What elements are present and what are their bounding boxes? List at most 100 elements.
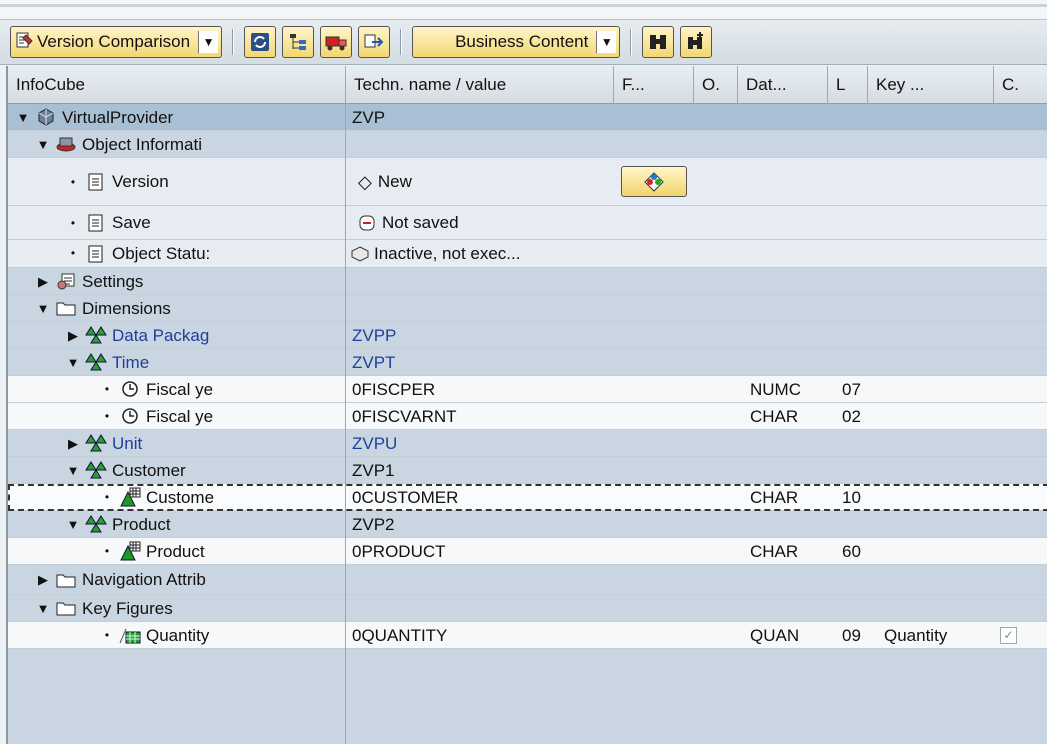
tree-label: Settings	[82, 271, 144, 291]
column-header-length[interactable]: L	[828, 66, 868, 104]
expand-toggle-icon[interactable]: ▶	[64, 322, 82, 348]
tree-row-customer-characteristic[interactable]: • Custome 0CUSTOMER CHAR 10	[8, 484, 1047, 511]
business-content-label: Business Content	[455, 32, 589, 51]
find-next-button[interactable]	[680, 26, 713, 58]
refresh-button[interactable]	[244, 26, 277, 58]
toolbar-separator	[630, 29, 633, 55]
tree-label: Product	[146, 541, 205, 561]
clock-icon	[119, 406, 141, 426]
tree-row-fiscal-period[interactable]: • Fiscal ye 0FISCPER NUMC 07	[8, 376, 1047, 403]
characteristic-icon	[119, 487, 141, 507]
version-comparison-label: Version Comparison	[37, 32, 191, 51]
tree-row-fiscal-variant[interactable]: • Fiscal ye 0FISCVARNT CHAR 02	[8, 403, 1047, 430]
tree-leaf-bullet: •	[70, 246, 76, 260]
column-header-f[interactable]: F...	[614, 66, 694, 104]
hierarchy-button[interactable]	[282, 26, 315, 58]
column-header-c[interactable]: C.	[994, 66, 1047, 104]
expand-toggle-icon[interactable]: ▶	[34, 565, 52, 594]
dimension-icon	[85, 514, 107, 534]
tree-label: Unit	[112, 433, 143, 453]
exchange-icon	[364, 34, 384, 48]
column-header-techn-name[interactable]: Techn. name / value	[346, 66, 614, 104]
infocube-icon	[35, 107, 57, 127]
tree-row-customer-dimension[interactable]: ▼ Customer ZVP1	[8, 457, 1047, 484]
expand-toggle-icon[interactable]: ▼	[34, 595, 52, 621]
version-comparison-dropdown[interactable]: Version Comparison ▼	[10, 26, 223, 58]
tree-row-navigation-attributes[interactable]: ▶ Navigation Attrib	[8, 565, 1047, 595]
datatype-value: CHAR	[750, 488, 799, 507]
tree-row-object-information[interactable]: ▼ Object Informati	[8, 131, 1047, 158]
tree-label: Fiscal ye	[146, 406, 214, 426]
expand-toggle-icon[interactable]: ▼	[64, 457, 82, 483]
tree-row-settings[interactable]: ▶ Settings	[8, 268, 1047, 295]
length-value: 02	[842, 407, 861, 426]
tree-leaf-bullet: •	[70, 215, 76, 230]
chevron-down-icon[interactable]: ▼	[198, 31, 219, 53]
length-value: 10	[842, 488, 861, 507]
column-header-row: InfoCube Techn. name / value F... O. Dat…	[8, 66, 1047, 104]
tree-label: Dimensions	[82, 298, 171, 318]
tree-row-object-status[interactable]: • Object Statu: Inactive, not exec...	[8, 240, 1047, 268]
tree-row-save[interactable]: • Save Not saved	[8, 206, 1047, 240]
tree-row-product-dimension[interactable]: ▼ Product ZVP2	[8, 511, 1047, 538]
toolbar-separator	[400, 29, 403, 55]
clock-icon	[119, 379, 141, 399]
empty-grid-area	[8, 649, 1047, 744]
tree-leaf-bullet: •	[104, 543, 110, 558]
toolbar-separator	[232, 29, 235, 55]
tree-leaf-bullet: •	[104, 627, 110, 642]
tree-row-virtualprovider[interactable]: ▼ VirtualProvider ZVP	[8, 104, 1047, 131]
tech-value: ZVP	[352, 107, 386, 127]
column-divider	[345, 104, 346, 744]
activate-icon	[644, 171, 664, 192]
tree-row-dimensions[interactable]: ▼ Dimensions	[8, 295, 1047, 322]
find-next-icon	[688, 32, 704, 49]
tech-value: Not saved	[382, 212, 459, 232]
length-value: 09	[842, 626, 861, 645]
expand-toggle-icon[interactable]: ▼	[34, 131, 52, 157]
datatype-value: CHAR	[750, 407, 799, 426]
characteristic-icon	[119, 541, 141, 561]
tree-row-time[interactable]: ▼ Time ZVPT	[8, 349, 1047, 376]
expand-toggle-icon[interactable]: ▼	[64, 511, 82, 537]
expand-toggle-icon[interactable]: ▼	[14, 104, 32, 130]
tree-row-product-characteristic[interactable]: • Product 0PRODUCT CHAR 60	[8, 538, 1047, 565]
exchange-button[interactable]	[358, 26, 391, 58]
dimension-icon	[85, 325, 107, 345]
transport-button[interactable]	[320, 26, 353, 58]
tree-leaf-bullet: •	[104, 408, 110, 423]
dimension-icon	[85, 352, 107, 372]
tree-row-data-package[interactable]: ▶ Data Packag ZVPP	[8, 322, 1047, 349]
cumulative-checkbox[interactable]: ✓	[1000, 627, 1017, 644]
tech-value: Inactive, not exec...	[374, 244, 521, 263]
tech-value: 0PRODUCT	[352, 541, 446, 561]
tech-value: ZVPT	[352, 352, 396, 372]
expand-toggle-icon[interactable]: ▶	[64, 430, 82, 456]
tree-label: Fiscal ye	[146, 379, 214, 399]
tree-row-unit[interactable]: ▶ Unit ZVPU	[8, 430, 1047, 457]
column-header-datatype[interactable]: Dat...	[738, 66, 828, 104]
tech-value: 0CUSTOMER	[352, 487, 459, 507]
column-header-key[interactable]: Key ...	[868, 66, 994, 104]
expand-toggle-icon[interactable]: ▼	[34, 295, 52, 321]
tree-row-key-figures[interactable]: ▼ Key Figures	[8, 595, 1047, 622]
business-content-activate-button[interactable]	[621, 166, 687, 197]
tree-label: Navigation Attrib	[82, 569, 206, 589]
column-header-infocube[interactable]: InfoCube	[8, 66, 346, 104]
find-icon	[650, 35, 667, 49]
object-information-icon	[55, 134, 77, 154]
tree-row-version[interactable]: • Version ◇ New	[8, 158, 1047, 206]
refresh-icon	[251, 33, 270, 51]
tree-row-quantity[interactable]: • Quantity 0QUANTITY QUAN 09 Quantity ✓	[8, 622, 1047, 649]
key-value: Quantity	[884, 626, 948, 645]
length-value: 60	[842, 542, 861, 561]
chevron-down-icon[interactable]: ▼	[596, 31, 617, 53]
tree-label: Data Packag	[112, 325, 210, 345]
document-icon	[85, 244, 107, 264]
expand-toggle-icon[interactable]: ▼	[64, 349, 82, 375]
tech-value: ZVPP	[352, 325, 397, 345]
column-header-o[interactable]: O.	[694, 66, 738, 104]
business-content-dropdown[interactable]: Business Content ▼	[412, 26, 621, 58]
find-button[interactable]	[642, 26, 675, 58]
expand-toggle-icon[interactable]: ▶	[34, 268, 52, 294]
